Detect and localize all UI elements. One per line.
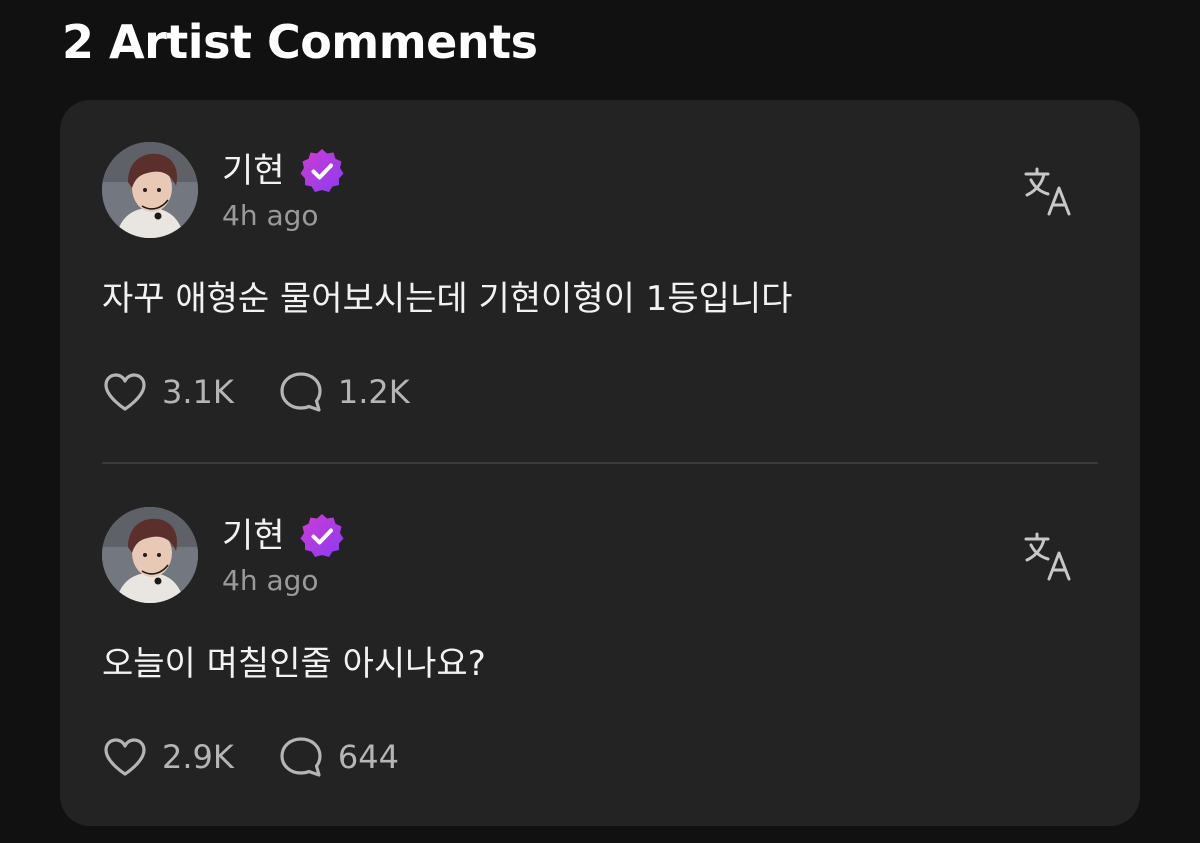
author-name[interactable]: 기현	[222, 513, 285, 559]
avatar-image	[102, 142, 198, 238]
author-name[interactable]: 기현	[222, 148, 285, 194]
like-button[interactable]: 2.9K	[102, 731, 234, 783]
reply-button[interactable]: 644	[278, 731, 399, 783]
comment-timestamp: 4h ago	[222, 199, 319, 232]
comments-card: 기현 4h ago 자꾸 애형순 물어보시는데 기현이형이 1등입니다 3.1K…	[60, 100, 1140, 826]
translate-icon[interactable]	[1022, 164, 1078, 220]
comment-bubble-icon	[280, 737, 322, 777]
translate-icon[interactable]	[1022, 529, 1078, 585]
like-count: 3.1K	[162, 373, 234, 411]
verified-badge-icon	[300, 514, 344, 557]
comment-timestamp: 4h ago	[222, 564, 319, 597]
comment-text: 자꾸 애형순 물어보시는데 기현이형이 1등입니다	[102, 279, 793, 319]
reply-count: 644	[337, 738, 399, 776]
avatar-image	[102, 507, 198, 603]
avatar[interactable]	[102, 142, 198, 238]
like-button[interactable]: 3.1K	[102, 366, 234, 418]
avatar[interactable]	[102, 507, 198, 603]
section-title: 2 Artist Comments	[62, 15, 538, 69]
heart-icon	[104, 738, 146, 776]
heart-icon	[104, 373, 146, 411]
comment-text: 오늘이 며칠인줄 아시나요?	[102, 644, 486, 684]
reply-count: 1.2K	[337, 373, 410, 411]
reply-button[interactable]: 1.2K	[278, 366, 410, 418]
verified-badge-icon	[300, 149, 344, 192]
divider	[102, 462, 1098, 464]
comment-bubble-icon	[280, 372, 322, 412]
like-count: 2.9K	[162, 738, 234, 776]
